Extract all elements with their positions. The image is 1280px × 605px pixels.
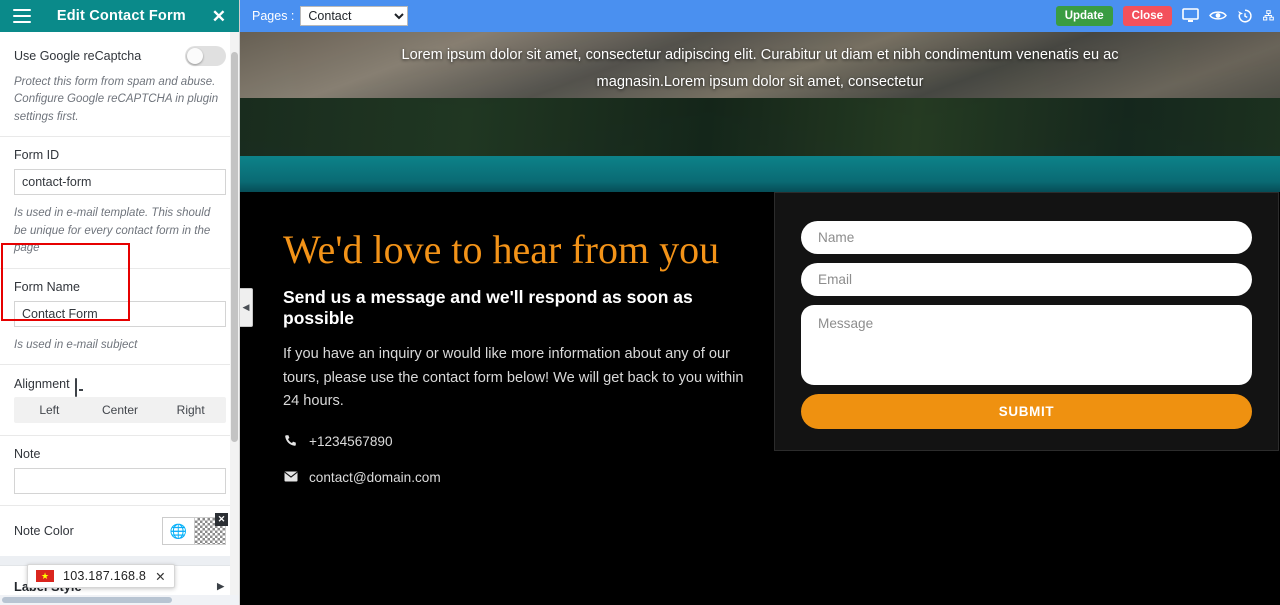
page-canvas: Lorem ipsum dolor sit amet, consectetur … bbox=[240, 32, 1280, 605]
eye-icon[interactable] bbox=[1209, 9, 1227, 22]
phone-row: +1234567890 bbox=[283, 434, 763, 450]
form-name-input[interactable] bbox=[14, 300, 226, 327]
flag-star: ★ bbox=[40, 570, 50, 581]
intro-paragraph: If you have an inquiry or would like mor… bbox=[283, 346, 744, 410]
form-name-label: Form Name bbox=[14, 279, 80, 294]
recaptcha-hint: Protect this form from spam and abuse. C… bbox=[14, 76, 219, 123]
sidebar-hscrollbar-track[interactable] bbox=[0, 595, 239, 605]
panel-title: Edit Contact Form bbox=[56, 8, 186, 24]
submit-button[interactable]: SUBMIT bbox=[801, 394, 1252, 429]
form-id-hint: Is used in e-mail template. This should … bbox=[14, 207, 211, 255]
chevron-right-icon: ▶ bbox=[217, 581, 224, 592]
note-color-swatches: 🌐 ✕ bbox=[162, 513, 228, 546]
contact-section: We'd love to hear from you Send us a mes… bbox=[240, 192, 1280, 605]
hamburger-icon[interactable] bbox=[13, 9, 31, 23]
monitor-icon bbox=[74, 377, 88, 397]
email-address: contact@domain.com bbox=[309, 469, 441, 485]
ip-badge-close-icon[interactable]: ✕ bbox=[155, 569, 165, 584]
sidebar-scrollbar-track[interactable] bbox=[230, 32, 239, 605]
email-input[interactable] bbox=[801, 263, 1252, 296]
ip-address-text: 103.187.168.8 bbox=[63, 569, 147, 583]
envelope-icon bbox=[283, 470, 298, 485]
form-name-field: Form Name bbox=[0, 269, 239, 329]
edit-contact-form-panel: Edit Contact Form ✕ Use Google reCaptcha… bbox=[0, 0, 240, 605]
sitemap-icon[interactable] bbox=[1263, 8, 1274, 23]
globe-icon[interactable]: 🌐 bbox=[163, 518, 194, 544]
note-input[interactable] bbox=[14, 468, 226, 495]
hero-banner: Lorem ipsum dolor sit amet, consectetur … bbox=[240, 32, 1280, 192]
form-id-field: Form ID bbox=[0, 137, 239, 197]
alignment-option-center[interactable]: Center bbox=[85, 397, 156, 423]
clear-color-icon[interactable]: ✕ bbox=[215, 513, 228, 527]
pages-label: Pages : bbox=[252, 9, 295, 23]
form-name-hint: Is used in e-mail subject bbox=[14, 338, 138, 351]
note-field: Note bbox=[0, 436, 239, 505]
toggle-knob bbox=[187, 48, 203, 64]
history-icon[interactable] bbox=[1237, 8, 1253, 24]
pages-select[interactable]: Contact bbox=[300, 6, 409, 26]
lake-image bbox=[240, 156, 1280, 192]
note-label: Note bbox=[14, 447, 41, 462]
pages-group: Pages : Contact bbox=[252, 6, 409, 26]
note-color-row: Note Color 🌐 ✕ bbox=[0, 506, 239, 556]
page-title: We'd love to hear from you bbox=[283, 227, 720, 272]
close-button[interactable]: Close bbox=[1122, 5, 1172, 27]
phone-number: +1234567890 bbox=[309, 434, 393, 450]
hero-text: Lorem ipsum dolor sit amet, consectetur … bbox=[401, 47, 1119, 90]
contact-info-column: We'd love to hear from you Send us a mes… bbox=[283, 228, 763, 485]
recaptcha-label: Use Google reCaptcha bbox=[14, 49, 142, 63]
phone-icon bbox=[283, 434, 298, 450]
message-input[interactable] bbox=[801, 305, 1252, 385]
update-button[interactable]: Update bbox=[1055, 5, 1113, 27]
editor-topbar: Pages : Contact Update Close bbox=[240, 0, 1280, 32]
name-input[interactable] bbox=[801, 221, 1252, 254]
form-id-label: Form ID bbox=[14, 148, 60, 163]
recaptcha-toggle[interactable] bbox=[185, 46, 226, 66]
desktop-icon[interactable] bbox=[1182, 8, 1199, 23]
sidebar-hscrollbar-thumb[interactable] bbox=[2, 597, 172, 603]
sidebar-scrollbar-thumb[interactable] bbox=[231, 52, 238, 442]
email-row: contact@domain.com bbox=[283, 470, 763, 485]
alignment-option-right[interactable]: Right bbox=[155, 397, 226, 423]
page-subtitle: Send us a message and we'll respond as s… bbox=[283, 287, 693, 328]
form-id-input[interactable] bbox=[14, 169, 226, 196]
alignment-option-left[interactable]: Left bbox=[14, 397, 85, 423]
recaptcha-row: Use Google reCaptcha bbox=[0, 32, 239, 74]
vietnam-flag-icon: ★ bbox=[36, 570, 54, 582]
sidebar-collapse-handle[interactable]: ◀ bbox=[240, 288, 253, 327]
note-color-label: Note Color bbox=[14, 524, 74, 539]
alignment-segmented-control: Left Center Right bbox=[14, 397, 226, 424]
panel-header: Edit Contact Form ✕ bbox=[0, 0, 239, 32]
alignment-label-row: Alignment bbox=[0, 365, 239, 397]
alignment-label: Alignment bbox=[14, 377, 70, 392]
app-root: Edit Contact Form ✕ Use Google reCaptcha… bbox=[0, 0, 1280, 605]
panel-body: Use Google reCaptcha Protect this form f… bbox=[0, 32, 239, 605]
close-icon[interactable]: ✕ bbox=[212, 8, 226, 25]
topbar-actions: Update Close bbox=[1055, 5, 1276, 27]
contact-form-card: SUBMIT bbox=[774, 192, 1279, 451]
ip-address-badge: ★ 103.187.168.8 ✕ bbox=[27, 564, 175, 588]
